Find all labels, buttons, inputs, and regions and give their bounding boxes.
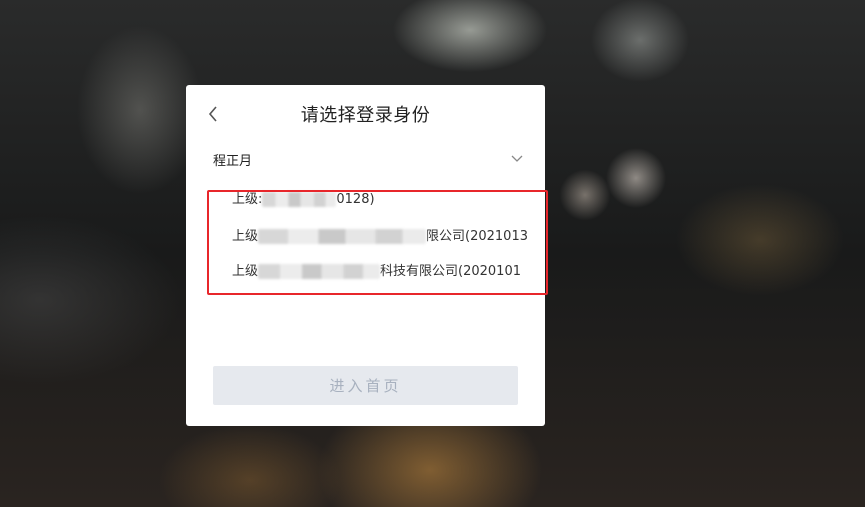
option-suffix: 科技有限公司(2020101 xyxy=(380,264,521,279)
dialog-header: 请选择登录身份 xyxy=(186,85,545,143)
identity-select-dialog: 请选择登录身份 程正月 上级: 0128) 上级 限公司(2021013 上级 科技有… xyxy=(186,85,545,426)
option-suffix: 限公司(2021013 xyxy=(426,229,528,244)
dialog-title: 请选择登录身份 xyxy=(300,105,431,126)
redacted-text xyxy=(258,229,427,244)
redacted-text xyxy=(258,264,381,279)
selected-identity: 程正月 xyxy=(213,153,253,169)
option-suffix: 0128) xyxy=(336,192,375,207)
enter-home-button[interactable]: 进入首页 xyxy=(213,366,518,405)
identity-option[interactable]: 上级: 0128) xyxy=(232,188,375,207)
option-prefix: 上级 xyxy=(232,229,259,244)
identity-option[interactable]: 上级 科技有限公司(2020101 xyxy=(232,260,521,279)
identity-dropdown[interactable]: 程正月 xyxy=(213,146,523,172)
chevron-down-icon xyxy=(511,153,523,165)
identity-option[interactable]: 上级 限公司(2021013 xyxy=(232,225,528,244)
redacted-text xyxy=(262,192,337,207)
option-prefix: 上级: xyxy=(232,192,263,207)
option-prefix: 上级 xyxy=(232,264,259,279)
